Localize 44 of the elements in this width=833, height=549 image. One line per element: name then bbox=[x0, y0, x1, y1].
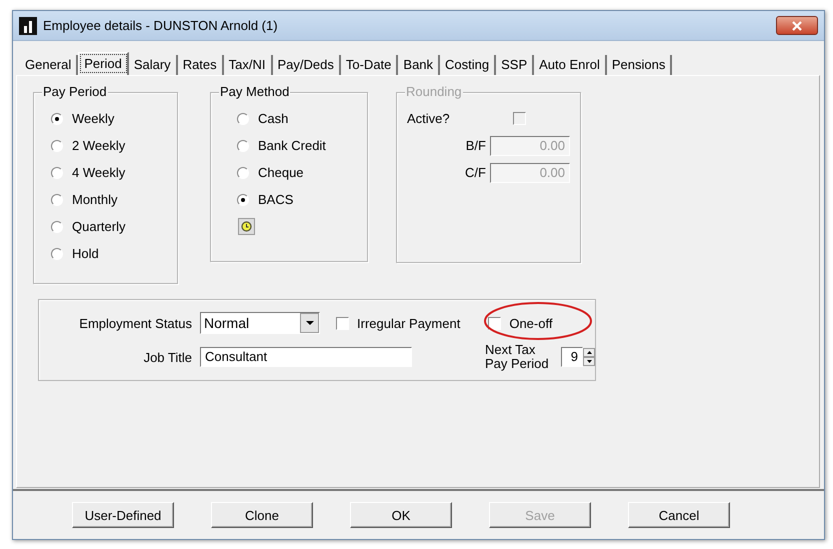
dialog-button[interactable]: User-Defined bbox=[72, 502, 174, 528]
radio-option[interactable]: Monthly bbox=[51, 186, 177, 213]
irregular-payment-checkbox[interactable]: Irregular Payment bbox=[336, 316, 460, 330]
radio-icon[interactable] bbox=[237, 112, 249, 124]
radio-option[interactable]: Bank Credit bbox=[237, 132, 367, 159]
field-label: B/F bbox=[466, 138, 486, 153]
job-title-label: Job Title bbox=[142, 350, 192, 364]
radio-icon[interactable] bbox=[237, 194, 249, 206]
radio-option[interactable]: Quarterly bbox=[51, 213, 177, 240]
radio-option[interactable]: 4 Weekly bbox=[51, 159, 177, 186]
radio-icon[interactable] bbox=[51, 140, 63, 152]
dialog-button[interactable]: Cancel bbox=[628, 502, 730, 528]
radio-icon[interactable] bbox=[51, 112, 63, 124]
radio-option[interactable]: 2 Weekly bbox=[51, 132, 177, 159]
radio-icon[interactable] bbox=[237, 140, 249, 152]
close-button[interactable] bbox=[776, 16, 818, 35]
job-title-field[interactable]: Consultant bbox=[200, 347, 412, 367]
radio-icon[interactable] bbox=[51, 194, 63, 206]
group-title: Pay Period bbox=[42, 84, 108, 99]
window-title: Employee details - DUNSTON Arnold (1) bbox=[43, 18, 279, 33]
radio-icon[interactable] bbox=[51, 248, 63, 260]
radio-icon[interactable] bbox=[51, 220, 63, 232]
status-dropdown[interactable]: Normal bbox=[200, 312, 320, 334]
spin-up-icon[interactable] bbox=[583, 348, 595, 357]
app-icon bbox=[19, 16, 37, 34]
group-title: Pay Method bbox=[219, 84, 290, 99]
clock-button[interactable] bbox=[238, 218, 255, 235]
radio-option[interactable]: Cash bbox=[237, 105, 367, 132]
tab[interactable]: Period bbox=[78, 52, 129, 75]
active-label: Active? bbox=[407, 111, 451, 126]
radio-option[interactable]: Hold bbox=[51, 240, 177, 267]
dialog-button[interactable]: OK bbox=[350, 502, 452, 528]
employment-status-label: Employment Status bbox=[78, 316, 192, 330]
radio-option[interactable]: BACS bbox=[237, 186, 367, 213]
group-title: Rounding bbox=[405, 84, 463, 99]
dialog-button[interactable]: Clone bbox=[211, 502, 313, 528]
radio-icon[interactable] bbox=[51, 166, 63, 178]
close-icon bbox=[792, 20, 802, 30]
radio-option[interactable]: Weekly bbox=[51, 105, 177, 132]
spin-down-icon[interactable] bbox=[583, 357, 595, 366]
field-label: C/F bbox=[465, 165, 486, 180]
radio-option[interactable]: Cheque bbox=[237, 159, 367, 186]
next-tax-period-label: Next Tax Pay Period bbox=[485, 343, 550, 371]
radio-icon[interactable] bbox=[237, 166, 249, 178]
